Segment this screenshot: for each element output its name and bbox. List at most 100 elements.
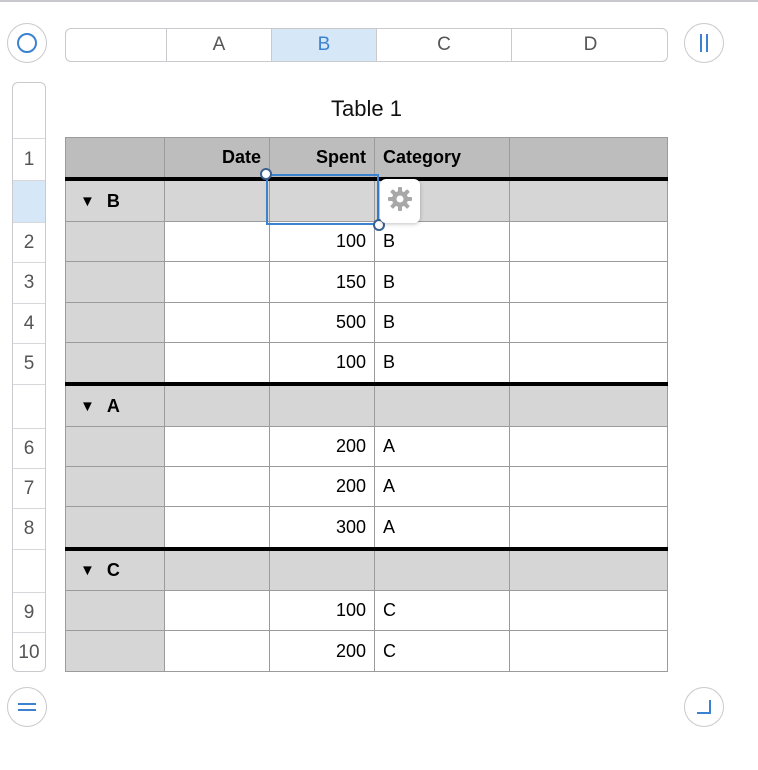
date-cell[interactable] [165,262,270,303]
date-cell[interactable] [165,222,270,262]
category-cell[interactable]: B [375,343,510,383]
row-header-group-b[interactable] [13,180,45,222]
date-cell[interactable] [165,591,270,631]
cell-actions-button[interactable] [380,179,420,223]
empty-cell[interactable] [510,591,668,631]
header-cell-category[interactable]: Category [375,137,510,178]
row-header-title[interactable] [13,83,45,138]
group-label-b[interactable]: ▼ B [65,181,165,222]
spent-cell[interactable]: 100 [270,591,375,631]
empty-cell[interactable] [510,467,668,507]
top-border [0,0,758,2]
disclosure-triangle-icon[interactable]: ▼ [80,562,95,579]
spent-cell[interactable]: 150 [270,262,375,303]
row-header-5[interactable]: 5 [13,343,45,384]
spent-cell[interactable]: 300 [270,507,375,548]
row-header-group-c[interactable] [13,549,45,592]
spent-cell[interactable]: 100 [270,222,375,262]
row-label-cell[interactable] [65,507,165,548]
empty-cell[interactable] [510,222,668,262]
spent-cell[interactable]: 500 [270,303,375,343]
group-label-a[interactable]: ▼ A [65,386,165,427]
disclosure-triangle-icon[interactable]: ▼ [80,193,95,210]
header-cell[interactable] [65,137,165,178]
row-label-cell[interactable] [65,343,165,383]
category-cell[interactable]: A [375,507,510,548]
group-cell[interactable] [165,551,270,591]
table-row: 100 B [65,343,668,383]
group-cell[interactable] [165,181,270,222]
empty-cell[interactable] [510,507,668,548]
resize-table-button[interactable] [684,687,724,727]
group-label-c[interactable]: ▼ C [65,551,165,591]
row-header-group-a[interactable] [13,384,45,428]
column-header-d[interactable]: D [511,29,667,61]
column-header-b[interactable]: B [271,29,376,61]
group-cell[interactable] [510,181,668,222]
spent-cell[interactable]: 200 [270,427,375,467]
select-table-button[interactable] [7,23,47,63]
row-resize-icon [16,699,38,715]
empty-cell[interactable] [510,262,668,303]
row-header-8[interactable]: 8 [13,508,45,549]
group-cell[interactable] [510,551,668,591]
disclosure-triangle-icon[interactable]: ▼ [80,398,95,415]
group-cell[interactable] [510,386,668,427]
row-header-4[interactable]: 4 [13,303,45,343]
date-cell[interactable] [165,631,270,672]
empty-cell[interactable] [510,343,668,383]
group-cell[interactable] [270,386,375,427]
date-cell[interactable] [165,507,270,548]
spent-cell[interactable]: 200 [270,467,375,507]
category-cell[interactable]: B [375,262,510,303]
group-cell[interactable] [165,386,270,427]
header-cell-date[interactable]: Date [165,137,270,178]
row-header-1[interactable]: 1 [13,138,45,180]
column-header-blank[interactable] [66,29,166,61]
column-header-bar: A B C D [65,28,668,62]
group-cell[interactable] [270,551,375,591]
empty-cell[interactable] [510,303,668,343]
empty-cell[interactable] [510,427,668,467]
corner-resize-icon [693,696,715,718]
group-row-c: ▼ C [65,551,668,591]
add-column-button[interactable] [684,23,724,63]
row-label-cell[interactable] [65,303,165,343]
header-cell-spent[interactable]: Spent [270,137,375,178]
row-label-cell[interactable] [65,467,165,507]
row-header-6[interactable]: 6 [13,428,45,468]
group-cell[interactable] [375,386,510,427]
row-label-cell[interactable] [65,262,165,303]
date-cell[interactable] [165,303,270,343]
row-label-cell[interactable] [65,631,165,672]
header-cell[interactable] [510,137,668,178]
empty-cell[interactable] [510,631,668,672]
add-row-button[interactable] [7,687,47,727]
row-header-9[interactable]: 9 [13,592,45,632]
row-header-10[interactable]: 10 [13,632,45,671]
spent-cell[interactable]: 200 [270,631,375,672]
category-cell[interactable]: C [375,591,510,631]
date-cell[interactable] [165,343,270,383]
row-header-7[interactable]: 7 [13,468,45,508]
spent-cell[interactable]: 100 [270,343,375,383]
category-cell[interactable]: B [375,222,510,262]
group-cell[interactable] [375,551,510,591]
selection-handle-top-left[interactable] [260,168,272,180]
column-resize-icon [696,32,712,54]
row-header-3[interactable]: 3 [13,262,45,303]
column-header-c[interactable]: C [376,29,511,61]
category-cell[interactable]: A [375,467,510,507]
date-cell[interactable] [165,467,270,507]
row-label-cell[interactable] [65,591,165,631]
category-cell[interactable]: C [375,631,510,672]
row-header-2[interactable]: 2 [13,222,45,262]
date-cell[interactable] [165,427,270,467]
table-title[interactable]: Table 1 [65,96,668,122]
circle-icon [16,32,38,54]
row-label-cell[interactable] [65,222,165,262]
column-header-a[interactable]: A [166,29,271,61]
row-label-cell[interactable] [65,427,165,467]
category-cell[interactable]: A [375,427,510,467]
category-cell[interactable]: B [375,303,510,343]
